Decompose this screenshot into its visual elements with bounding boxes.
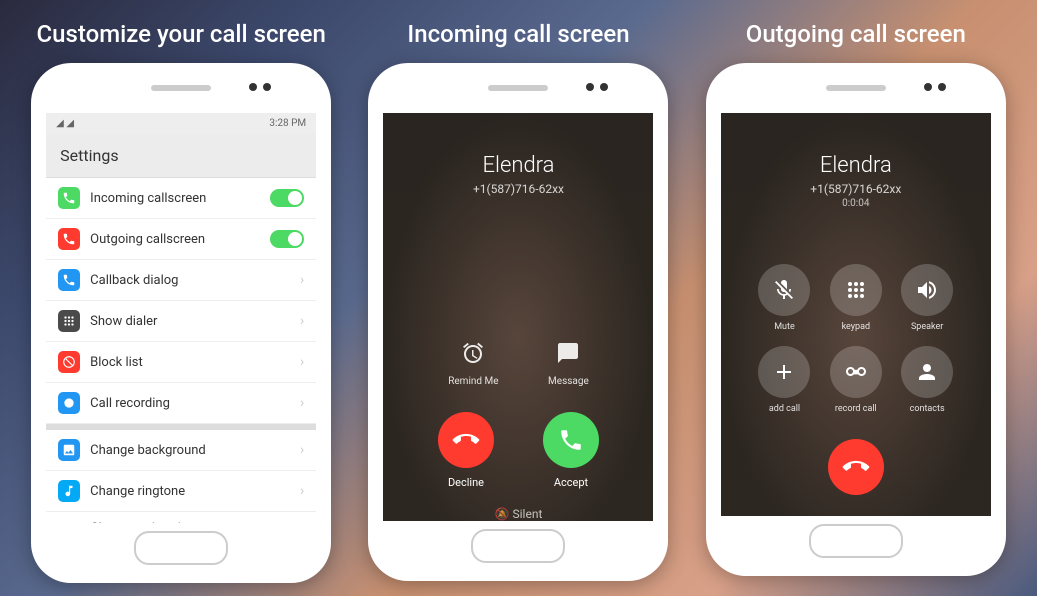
screen-title: Settings [46, 134, 316, 178]
row-label: Change animationChange animation of remi… [90, 521, 290, 523]
speaker-icon [901, 264, 953, 316]
settings-row-phone-in[interactable]: Incoming callscreen [46, 178, 316, 219]
button-label: record call [835, 404, 877, 414]
chevron-right-icon: › [300, 442, 304, 458]
button-label: Speaker [911, 322, 943, 332]
phone-frame: Elendra +1(587)716-62xx Remind Me Messag… [368, 63, 668, 581]
phone-decline-icon [438, 412, 494, 468]
caller-name: Elendra [383, 153, 653, 178]
caller-number: +1(587)716-62xx [383, 182, 653, 196]
ringtone-icon [58, 480, 80, 502]
recordcall-icon [830, 346, 882, 398]
panel-title: Incoming call screen [407, 20, 629, 48]
row-label: Callback dialog [90, 273, 290, 288]
settings-list-2: Change background›Change ringtone›Change… [46, 430, 316, 523]
bg-icon [58, 439, 80, 461]
toggle-switch[interactable] [270, 189, 304, 207]
message-icon [551, 336, 585, 370]
row-label: Change ringtone [90, 484, 290, 499]
chevron-right-icon: › [300, 313, 304, 329]
keypad-button[interactable]: keypad [827, 264, 884, 332]
caller-name: Elendra [721, 153, 991, 178]
phone-out-icon [58, 228, 80, 250]
settings-row-block[interactable]: Block list › [46, 342, 316, 383]
row-label: Change background [90, 443, 290, 458]
settings-row-ringtone[interactable]: Change ringtone › [46, 471, 316, 512]
status-bar: ◢ ◢ 3:28 PM [46, 113, 316, 134]
message-button[interactable]: Message [548, 336, 589, 387]
incoming-screen: Elendra +1(587)716-62xx Remind Me Messag… [383, 113, 653, 521]
panel-title: Outgoing call screen [746, 20, 966, 48]
callback-icon [58, 269, 80, 291]
record-icon [58, 392, 80, 414]
chevron-right-icon: › [300, 483, 304, 499]
settings-screen: ◢ ◢ 3:28 PM Settings Incoming callscreen… [46, 113, 316, 523]
mute-button[interactable]: Mute [756, 264, 813, 332]
phone-frame: ◢ ◢ 3:28 PM Settings Incoming callscreen… [31, 63, 331, 583]
caller-info: Elendra +1(587)716-62xx [383, 113, 653, 196]
caller-info: Elendra +1(587)716-62xx 0:0:04 [721, 113, 991, 209]
settings-panel: Customize your call screen ◢ ◢ 3:28 PM S… [20, 20, 342, 576]
phone-in-icon [58, 187, 80, 209]
block-icon [58, 351, 80, 373]
button-label: keypad [842, 322, 870, 332]
clock-icon [456, 336, 490, 370]
addcall-icon [758, 346, 810, 398]
bell-icon: 🔕 [495, 507, 513, 521]
phone-accept-icon [543, 412, 599, 468]
phone-frame: Elendra +1(587)716-62xx 0:0:04 Mute keypa… [706, 63, 1006, 576]
remind-me-button[interactable]: Remind Me [448, 336, 498, 387]
caller-number: +1(587)716-62xx [721, 182, 991, 196]
toggle-switch[interactable] [270, 230, 304, 248]
outgoing-panel: Outgoing call screen Elendra +1(587)716-… [695, 20, 1017, 576]
call-duration: 0:0:04 [721, 198, 991, 209]
panel-title: Customize your call screen [37, 20, 326, 48]
chevron-right-icon: › [300, 354, 304, 370]
settings-row-dialer[interactable]: Show dialer › [46, 301, 316, 342]
settings-row-anim[interactable]: Change animationChange animation of remi… [46, 512, 316, 523]
keypad-icon [830, 264, 882, 316]
accept-button[interactable]: Accept [543, 412, 599, 489]
mute-icon [758, 264, 810, 316]
decline-button[interactable]: Decline [438, 412, 494, 489]
settings-row-bg[interactable]: Change background › [46, 430, 316, 471]
settings-row-record[interactable]: Call recording › [46, 383, 316, 424]
chevron-right-icon: › [300, 272, 304, 288]
row-label: Call recording [90, 396, 290, 411]
row-label: Incoming callscreen [90, 191, 260, 206]
phone-end-icon [837, 449, 874, 486]
dialer-icon [58, 310, 80, 332]
contacts-button[interactable]: contacts [898, 346, 955, 414]
contacts-icon [901, 346, 953, 398]
button-label: add call [769, 404, 800, 414]
end-call-button[interactable] [828, 439, 884, 495]
settings-row-phone-out[interactable]: Outgoing callscreen [46, 219, 316, 260]
button-label: Mute [774, 322, 795, 332]
settings-row-callback[interactable]: Callback dialog › [46, 260, 316, 301]
keypad-grid: Mute keypad Speaker add call record call cont… [721, 264, 991, 414]
row-label: Show dialer [90, 314, 290, 329]
recordcall-button[interactable]: record call [827, 346, 884, 414]
incoming-panel: Incoming call screen Elendra +1(587)716-… [357, 20, 679, 576]
row-label: Block list [90, 355, 290, 370]
outgoing-screen: Elendra +1(587)716-62xx 0:0:04 Mute keypa… [721, 113, 991, 516]
settings-list-1: Incoming callscreen Outgoing callscreen Ca… [46, 178, 316, 424]
addcall-button[interactable]: add call [756, 346, 813, 414]
silent-button[interactable]: 🔕 Silent [383, 507, 653, 521]
speaker-button[interactable]: Speaker [898, 264, 955, 332]
button-label: contacts [910, 404, 945, 414]
signal-icon: ◢ ◢ [56, 118, 74, 129]
chevron-right-icon: › [300, 395, 304, 411]
row-label: Outgoing callscreen [90, 232, 260, 247]
status-time: 3:28 PM [269, 118, 306, 129]
